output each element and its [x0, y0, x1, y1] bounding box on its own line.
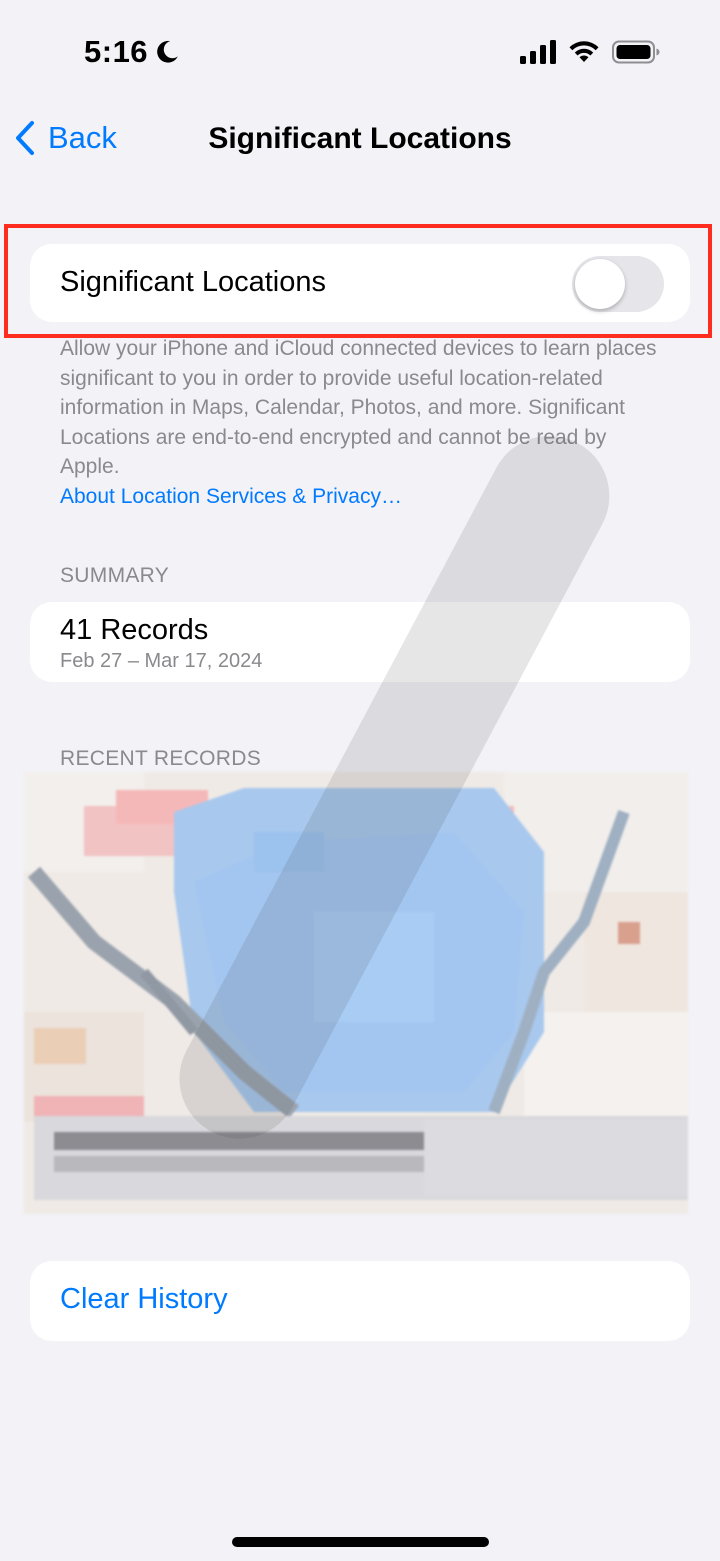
privacy-link[interactable]: About Location Services & Privacy…: [60, 482, 670, 512]
cellular-signal-icon: [520, 40, 556, 64]
recent-records-header: RECENT RECORDS: [60, 747, 262, 770]
clear-history-label: Clear History: [60, 1283, 228, 1315]
home-indicator[interactable]: [232, 1537, 489, 1547]
records-date-range: Feb 27 – Mar 17, 2024: [60, 650, 263, 672]
navigation-bar: Back Significant Locations: [0, 108, 720, 170]
page-title: Significant Locations: [208, 122, 512, 155]
description-text: Allow your iPhone and iCloud connected d…: [60, 337, 657, 478]
status-time: 5:16: [84, 34, 149, 69]
status-time-group: 5:16: [84, 34, 180, 70]
records-count: 41 Records: [60, 614, 209, 646]
pixelated-map-image: [24, 772, 688, 1214]
status-bar: 5:16: [0, 0, 720, 100]
clear-history-button[interactable]: Clear History: [30, 1261, 690, 1341]
description-footer: Allow your iPhone and iCloud connected d…: [60, 334, 670, 511]
summary-header: SUMMARY: [60, 564, 170, 587]
summary-card[interactable]: 41 Records Feb 27 – Mar 17, 2024: [30, 602, 690, 682]
battery-icon: [612, 40, 660, 64]
wifi-icon: [569, 41, 599, 62]
recent-records-map[interactable]: [24, 772, 688, 1214]
status-icons: [520, 40, 660, 64]
moon-icon: [157, 40, 178, 63]
highlight-annotation: [4, 224, 712, 338]
